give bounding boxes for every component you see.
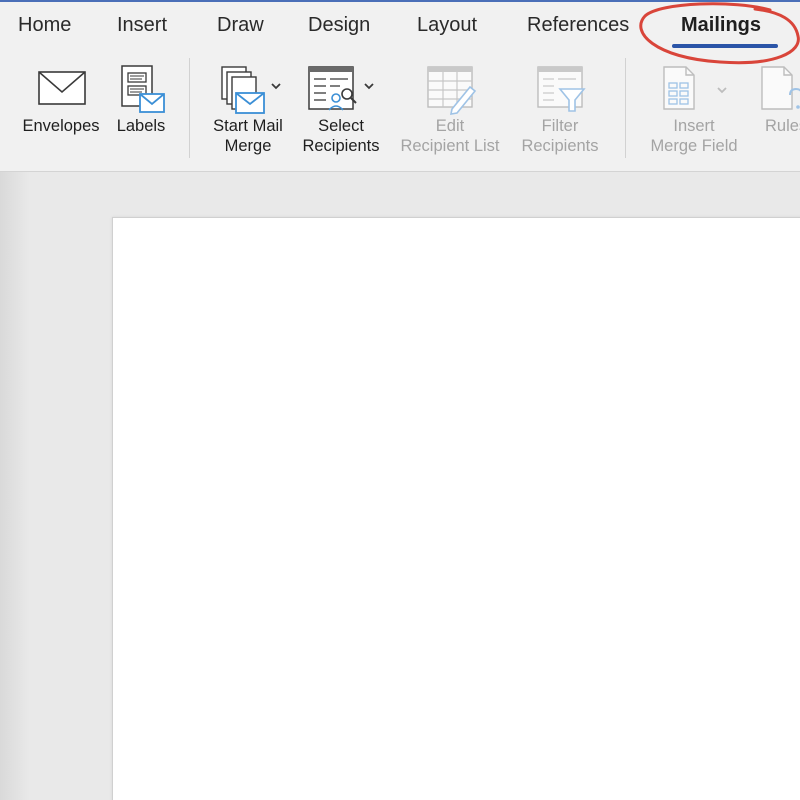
- labels-button[interactable]: Labels: [110, 60, 172, 136]
- tab-layout[interactable]: Layout: [417, 14, 477, 37]
- word-window: Home Insert Draw Design Layout Reference…: [0, 0, 800, 800]
- ribbon-separator: [625, 58, 626, 158]
- recipients-icon: [308, 66, 374, 111]
- insert-merge-field-icon-wrap: [642, 60, 746, 116]
- ribbon-separator: [189, 58, 190, 158]
- select-recipients-button[interactable]: Select Recipients: [296, 60, 386, 156]
- filter-recipients-icon-wrap: [514, 60, 606, 116]
- ribbon-tab-bar: Home Insert Draw Design Layout Reference…: [0, 0, 800, 50]
- tab-design[interactable]: Design: [308, 14, 370, 37]
- mailings-ribbon: Envelopes Labels Start Mail Merge Select…: [0, 50, 800, 172]
- labels-icon-wrap: [110, 60, 172, 116]
- insert-merge-field-button[interactable]: Insert Merge Field: [642, 60, 746, 156]
- envelopes-button[interactable]: Envelopes: [18, 60, 104, 136]
- edit-recipient-list-button[interactable]: Edit Recipient List: [394, 60, 506, 156]
- select-recipients-label-1: Select: [318, 117, 364, 135]
- insert-merge-field-label-1: Insert: [673, 117, 715, 135]
- start-mail-merge-label-1: Start Mail: [213, 117, 283, 135]
- edit-list-icon: [427, 66, 477, 115]
- filter-icon: [537, 66, 586, 112]
- envelopes-icon-wrap: [18, 60, 104, 116]
- document-page[interactable]: [112, 217, 800, 800]
- tab-draw[interactable]: Draw: [217, 14, 264, 37]
- select-recipients-icon-wrap: [296, 60, 386, 116]
- edit-recipient-list-icon-wrap: [394, 60, 506, 116]
- rules-icon: [761, 66, 800, 110]
- labels-label: Labels: [116, 117, 166, 135]
- filter-recipients-label-2: Recipients: [521, 137, 599, 155]
- insert-merge-field-label-2: Merge Field: [650, 137, 738, 155]
- rules-button[interactable]: Rules: [758, 60, 800, 136]
- tab-home[interactable]: Home: [18, 14, 71, 37]
- labels-icon: [121, 65, 165, 113]
- mail-merge-icon: [221, 66, 281, 114]
- document-canvas[interactable]: [0, 172, 800, 800]
- tab-insert[interactable]: Insert: [117, 14, 167, 37]
- start-mail-merge-icon-wrap: [204, 60, 292, 116]
- edit-recipient-list-label-1: Edit: [435, 117, 465, 135]
- rules-icon-wrap: [758, 60, 800, 116]
- tab-mailings[interactable]: Mailings: [681, 14, 761, 37]
- filter-recipients-label-1: Filter: [541, 117, 579, 135]
- rules-label: Rules: [765, 117, 800, 135]
- start-mail-merge-button[interactable]: Start Mail Merge: [204, 60, 292, 156]
- envelope-icon: [38, 71, 86, 105]
- active-tab-indicator: [672, 44, 778, 48]
- select-recipients-label-2: Recipients: [302, 137, 380, 155]
- start-mail-merge-label-2: Merge: [224, 137, 272, 155]
- tab-references[interactable]: References: [527, 14, 629, 37]
- filter-recipients-button[interactable]: Filter Recipients: [514, 60, 606, 156]
- edit-recipient-list-label-2: Recipient List: [400, 137, 500, 155]
- merge-field-icon: [663, 66, 727, 110]
- envelopes-label: Envelopes: [22, 117, 100, 135]
